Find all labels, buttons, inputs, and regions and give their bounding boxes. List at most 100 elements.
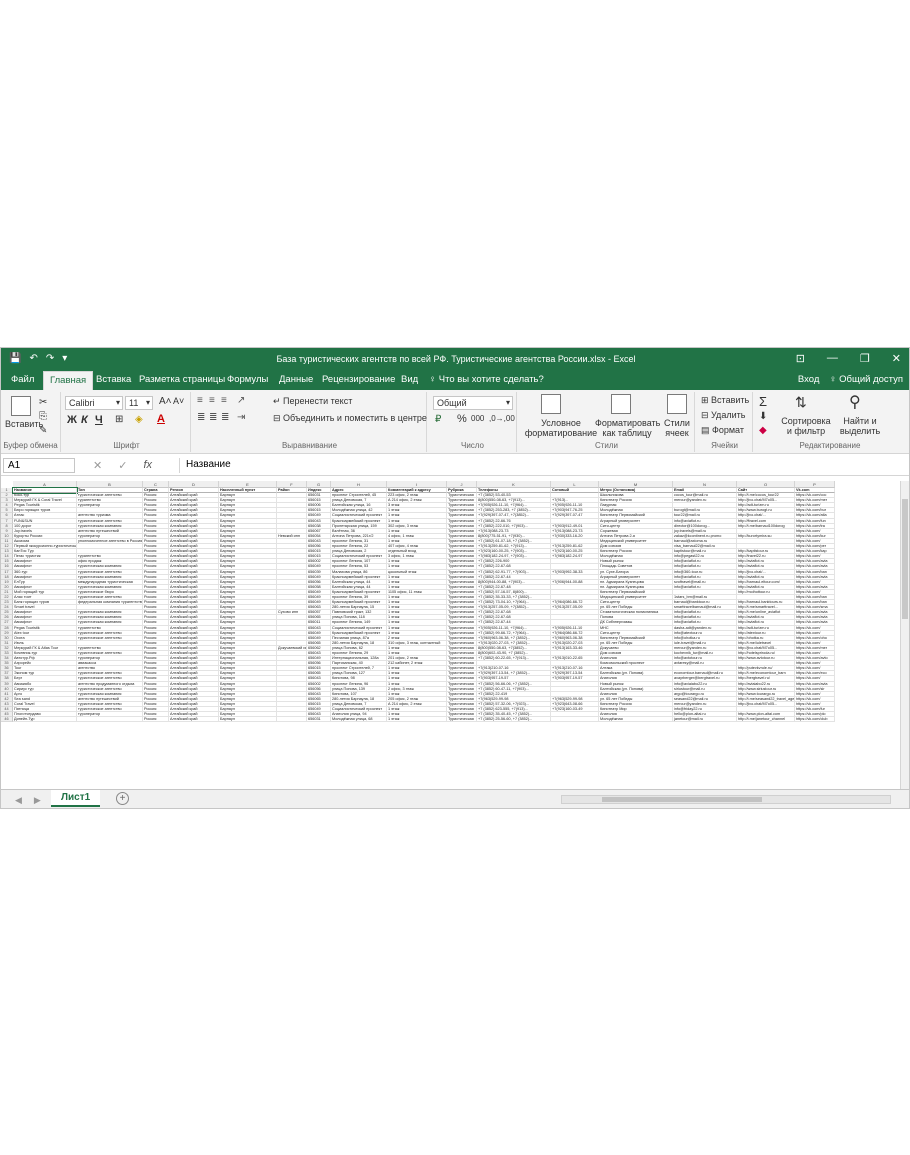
percent-button[interactable]: % [457,413,467,425]
find-select-button[interactable]: Найти и выделить [833,416,887,436]
format-as-table-button[interactable]: Форматировать как таблицу [595,418,660,438]
align-bottom-icon[interactable]: ≡ [221,395,227,406]
conditional-format-button[interactable]: Условное форматирование [523,418,599,438]
shrink-font-button[interactable]: A˅ [173,396,184,406]
column-header[interactable]: F [277,481,307,488]
wrap-text-button[interactable]: ↵ Перенести текст [273,396,352,407]
column-header[interactable]: D [169,481,219,488]
sheet-tab-list1[interactable]: Лист1 [51,790,101,807]
decimal-icon[interactable]: ,0→,00 [489,414,515,423]
font-name-select[interactable]: Calibri ▾ [65,396,123,410]
scroll-thumb[interactable] [902,499,908,619]
cell[interactable]: http://t.me/janetour_channel [737,717,795,723]
tab-insert[interactable]: Вставка [96,374,131,385]
cell[interactable]: Алтайский край [169,717,219,723]
column-header[interactable]: E [219,481,277,488]
column-header[interactable]: M [599,481,673,488]
name-box[interactable]: A1 [3,458,75,473]
cell[interactable] [551,717,599,723]
cell[interactable] [77,717,143,723]
cancel-icon[interactable]: ✕ [93,459,102,472]
sheet-next-icon[interactable]: ▶ [34,795,41,806]
autosum-button[interactable]: Σ [759,394,767,409]
column-header[interactable]: H [331,481,387,488]
font-size-select[interactable]: 11 ▾ [125,396,153,410]
cell[interactable]: +7 (3852) 25-56-60, +7 (3852)... [477,717,551,723]
column-header[interactable]: L [551,481,599,488]
close-icon[interactable]: ✕ [892,352,901,365]
sign-in-link[interactable]: Вход [798,374,820,385]
column-header[interactable]: B [77,481,143,488]
tab-formulas[interactable]: Формулы [227,374,268,385]
formula-input[interactable]: Название [179,458,907,473]
format-painter-icon[interactable]: ✎ [39,425,47,436]
tab-view[interactable]: Вид [401,374,418,385]
cut-icon[interactable]: ✂ [39,397,47,408]
align-middle-icon[interactable]: ≡ [209,395,215,406]
thousands-button[interactable]: 000 [471,414,484,423]
vertical-scrollbar[interactable] [900,481,909,789]
enter-icon[interactable]: ✓ [118,459,127,472]
column-header[interactable]: C [143,481,169,488]
cell[interactable]: Динейн-Тур [13,717,77,723]
cell[interactable]: Молодёжная [599,717,673,723]
cell[interactable]: https://vk.com/club [795,717,835,723]
fill-color-icon[interactable]: ◈ [135,414,143,425]
worksheet-grid[interactable]: ABCDEFGHIJKLMNOP 1 2 3 4 5 6 7 8 9 10 11 12 13 14 15 16… [1,481,909,789]
cell[interactable]: Россия [143,717,169,723]
restore-icon[interactable]: ❐ [860,352,870,365]
tab-page-layout[interactable]: Разметка страницы [139,374,225,385]
share-button[interactable]: ♀ Общий доступ [829,374,903,385]
merge-center-button[interactable]: ⊟ Объединить и поместить в центре [273,413,427,424]
align-center-icon[interactable]: ≣ [209,412,217,423]
format-cells-button[interactable]: ▤ Формат [701,425,744,436]
cell[interactable]: Туристическая [447,717,477,723]
column-header[interactable]: J [447,481,477,488]
copy-icon[interactable]: ⎘ [39,411,47,422]
align-left-icon[interactable]: ≣ [197,412,205,423]
italic-button[interactable]: К [81,414,88,426]
column-header[interactable]: K [477,481,551,488]
tab-home[interactable]: Главная [43,371,94,390]
align-right-icon[interactable]: ≣ [221,412,229,423]
tab-review[interactable]: Рецензирование [322,374,395,385]
column-header[interactable]: I [387,481,447,488]
insert-cells-button[interactable]: ⊞ Вставить [701,395,749,406]
currency-icon[interactable]: ₽ [435,414,441,425]
orientation-icon[interactable]: ↗ [237,395,245,406]
align-top-icon[interactable]: ≡ [197,395,203,406]
grow-font-button[interactable]: A˄ [159,396,172,407]
cell-styles-button[interactable]: Стили ячеек [659,418,695,438]
number-format-select[interactable]: Общий ▾ [433,396,513,410]
add-sheet-button[interactable]: + [116,792,129,805]
column-header[interactable]: N [673,481,737,488]
row-header[interactable]: 46 [1,717,13,723]
tell-me-search[interactable]: ♀ Что вы хотите сделать? [429,374,544,385]
sheet-prev-icon[interactable]: ◀ [15,795,22,806]
fill-icon[interactable]: ⬇ [759,411,767,422]
cell[interactable]: Молодёжная улица, 68 [331,717,387,723]
font-color-icon[interactable]: A [157,413,165,425]
column-header[interactable]: O [737,481,795,488]
tab-data[interactable]: Данные [279,374,313,385]
bold-button[interactable]: Ж [67,414,77,426]
insert-function-button[interactable]: fx [143,459,152,472]
paste-icon[interactable] [11,396,31,416]
cell[interactable]: Барнаул [219,717,277,723]
column-header[interactable]: P [795,481,835,488]
cell[interactable] [277,717,307,723]
cell[interactable]: 656031 [307,717,331,723]
cell[interactable]: janetour@mail.ru [673,717,737,723]
minimize-icon[interactable]: — [827,352,838,365]
column-header[interactable]: A [13,481,77,488]
cell[interactable]: 1 этаж [387,717,447,723]
indent-icon[interactable]: ⇥ [237,412,245,423]
scroll-thumb[interactable] [602,797,762,802]
tab-file[interactable]: Файл [11,374,34,385]
sort-filter-button[interactable]: Сортировка и фильтр [779,416,833,436]
column-header[interactable]: G [307,481,331,488]
cell-area[interactable]: Название Тип Страна Регион Населенный пункт Р… [12,486,835,723]
horizontal-scrollbar[interactable] [561,795,891,804]
paste-button[interactable]: Вставить [5,419,43,429]
underline-button[interactable]: Ч [95,414,103,426]
